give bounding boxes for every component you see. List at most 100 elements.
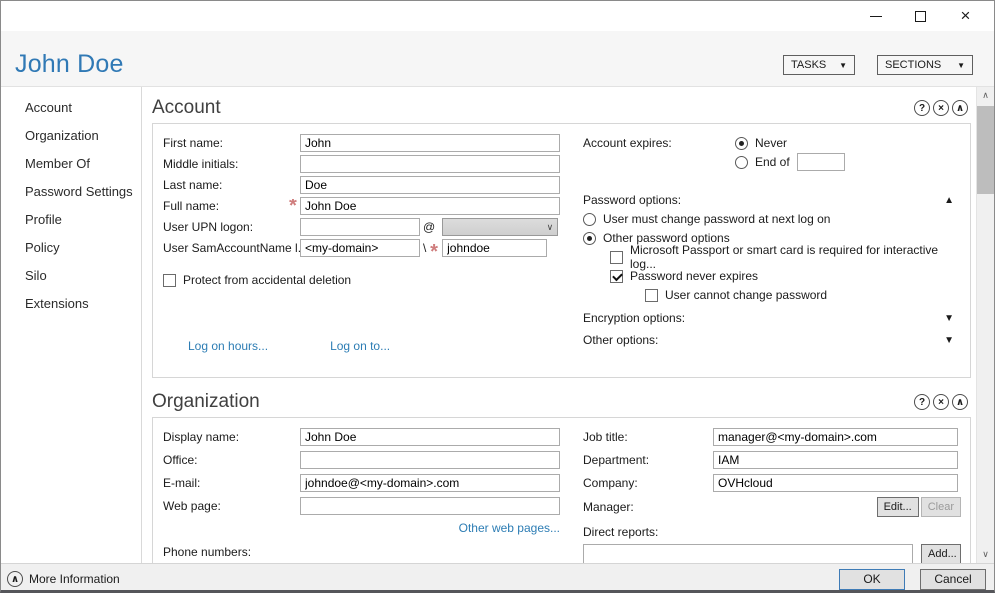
ok-button[interactable]: OK — [839, 569, 905, 590]
scroll-down-icon[interactable]: ∨ — [977, 546, 994, 563]
sidebar-item-password-settings[interactable]: Password Settings — [1, 178, 141, 206]
email-input[interactable] — [300, 474, 560, 492]
dropdown-arrow-icon: ▼ — [839, 61, 847, 70]
tasks-button[interactable]: TASKS ▼ — [783, 55, 855, 75]
expires-never-radio[interactable] — [735, 137, 748, 150]
required-asterisk-icon: * — [429, 247, 437, 257]
last-name-input[interactable] — [300, 176, 560, 194]
header: John Doe TASKS ▼ SECTIONS ▼ — [1, 31, 994, 87]
department-input[interactable] — [713, 451, 958, 469]
organization-section-icons: ? × ∧ — [914, 394, 968, 410]
window-controls: × — [853, 1, 988, 31]
sections-button[interactable]: SECTIONS ▼ — [877, 55, 973, 75]
other-web-pages-link[interactable]: Other web pages... — [459, 521, 560, 535]
last-name-label: Last name: — [163, 178, 300, 192]
organization-section-title: Organization — [152, 391, 260, 413]
maximize-icon[interactable] — [898, 2, 943, 30]
display-name-input[interactable] — [300, 428, 560, 446]
scrollbar-thumb[interactable] — [977, 106, 994, 194]
cannot-change-password-checkbox[interactable] — [645, 289, 658, 302]
other-options-label: Other options: — [583, 333, 658, 347]
department-label: Department: — [583, 453, 713, 467]
sidebar-item-account[interactable]: Account — [1, 94, 141, 122]
help-icon[interactable]: ? — [914, 100, 930, 116]
expires-end-of-label: End of — [755, 155, 790, 169]
collapse-up-icon[interactable]: ▲ — [944, 195, 954, 206]
expires-end-of-radio[interactable] — [735, 156, 748, 169]
sidebar-item-organization[interactable]: Organization — [1, 122, 141, 150]
close-section-icon[interactable]: × — [933, 100, 949, 116]
web-page-input[interactable] — [300, 497, 560, 515]
middle-initials-input[interactable] — [300, 155, 560, 173]
vertical-scrollbar[interactable]: ∧ ∨ — [976, 87, 994, 563]
sidebar-item-extensions[interactable]: Extensions — [1, 290, 141, 318]
full-name-input[interactable] — [300, 197, 560, 215]
expires-end-of-input[interactable] — [797, 153, 845, 171]
collapse-section-icon[interactable]: ∧ — [952, 394, 968, 410]
sidebar-item-silo[interactable]: Silo — [1, 262, 141, 290]
company-input[interactable] — [713, 474, 958, 492]
manager-clear-button[interactable]: Clear — [921, 497, 961, 517]
password-never-expires-checkbox[interactable] — [610, 270, 623, 283]
direct-reports-add-button[interactable]: Add... — [921, 544, 961, 563]
web-page-label: Web page: — [163, 499, 300, 513]
sam-account-input[interactable] — [442, 239, 547, 257]
sidebar-item-member-of[interactable]: Member Of — [1, 150, 141, 178]
phone-numbers-label: Phone numbers: — [163, 545, 363, 559]
help-icon[interactable]: ? — [914, 394, 930, 410]
cannot-change-password-label: User cannot change password — [665, 288, 827, 302]
password-options-label: Password options: — [583, 193, 681, 207]
passport-required-checkbox[interactable] — [610, 251, 623, 264]
close-section-icon[interactable]: × — [933, 394, 949, 410]
organization-panel: Display name: Office: E-mail: Web p — [152, 417, 971, 563]
cancel-button[interactable]: Cancel — [920, 569, 986, 590]
expand-down-icon[interactable]: ▼ — [944, 335, 954, 346]
chevron-up-circle-icon: ∧ — [7, 571, 23, 587]
chevron-down-icon: ∨ — [547, 222, 554, 233]
upn-logon-input[interactable] — [300, 218, 420, 236]
manager-edit-button[interactable]: Edit... — [877, 497, 919, 517]
dialog-window: × John Doe TASKS ▼ SECTIONS ▼ Account Or… — [0, 0, 995, 593]
backslash-separator: \ — [423, 241, 426, 255]
collapse-section-icon[interactable]: ∧ — [952, 100, 968, 116]
must-change-password-label: User must change password at next log on — [603, 212, 830, 226]
sam-domain-input[interactable] — [300, 239, 420, 257]
main-content: Account ? × ∧ First name: — [142, 87, 976, 563]
protect-deletion-label: Protect from accidental deletion — [183, 273, 351, 287]
scroll-up-icon[interactable]: ∧ — [977, 87, 994, 104]
footer-bar: ∧ More Information OK Cancel — [1, 563, 994, 593]
minimize-icon[interactable] — [853, 2, 898, 30]
direct-reports-list[interactable] — [583, 544, 913, 563]
middle-initials-label: Middle initials: — [163, 157, 300, 171]
sidebar: Account Organization Member Of Password … — [1, 87, 142, 563]
office-input[interactable] — [300, 451, 560, 469]
other-password-options-radio[interactable] — [583, 232, 596, 245]
log-on-to-link[interactable]: Log on to... — [330, 339, 390, 353]
tasks-button-label: TASKS — [791, 59, 826, 71]
expand-down-icon[interactable]: ▼ — [944, 313, 954, 324]
account-section-icons: ? × ∧ — [914, 100, 968, 116]
organization-section-header: Organization ? × ∧ — [152, 390, 971, 414]
company-label: Company: — [583, 476, 713, 490]
at-sign: @ — [423, 220, 435, 234]
job-title-input[interactable] — [713, 428, 958, 446]
page-title: John Doe — [15, 50, 124, 79]
sections-button-label: SECTIONS — [885, 59, 941, 71]
email-label: E-mail: — [163, 476, 300, 490]
sidebar-item-policy[interactable]: Policy — [1, 234, 141, 262]
first-name-input[interactable] — [300, 134, 560, 152]
protect-deletion-checkbox[interactable] — [163, 274, 176, 287]
must-change-password-radio[interactable] — [583, 213, 596, 226]
required-asterisk-icon: * — [288, 201, 296, 211]
direct-reports-label: Direct reports: — [583, 525, 783, 539]
upn-domain-select[interactable]: ∨ — [442, 218, 558, 236]
job-title-label: Job title: — [583, 430, 713, 444]
more-information-label: More Information — [29, 572, 120, 586]
log-on-hours-link[interactable]: Log on hours... — [188, 339, 268, 353]
more-information-toggle[interactable]: ∧ More Information — [7, 571, 120, 587]
office-label: Office: — [163, 453, 300, 467]
title-bar: × — [1, 1, 994, 31]
sidebar-item-profile[interactable]: Profile — [1, 206, 141, 234]
full-name-label: Full name:* — [163, 199, 300, 213]
close-icon[interactable]: × — [943, 2, 988, 30]
